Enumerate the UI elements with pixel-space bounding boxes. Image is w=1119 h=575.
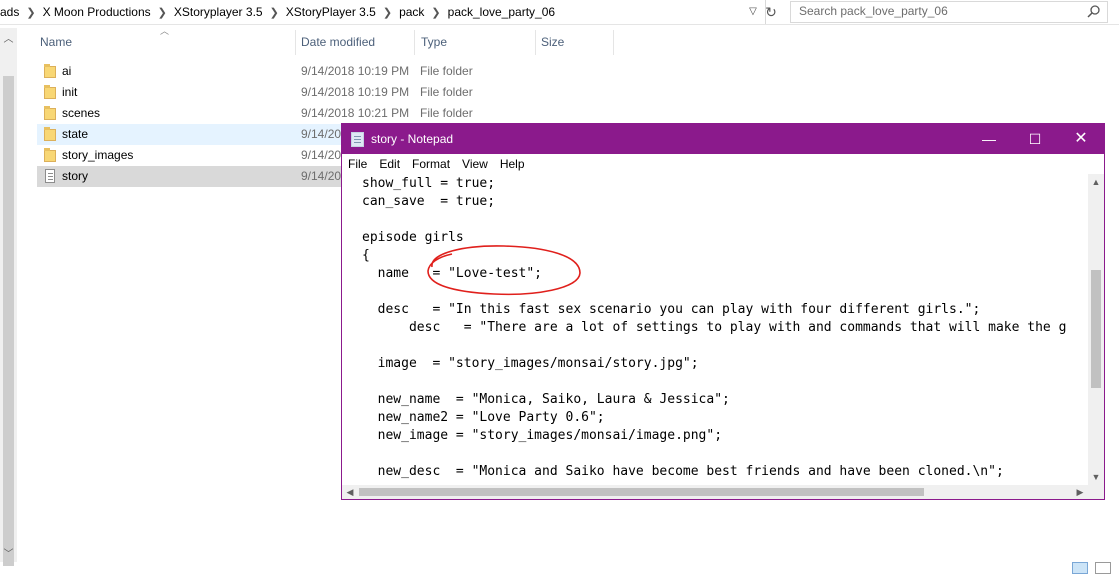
file-type: File folder <box>420 85 473 99</box>
refresh-icon[interactable]: ↻ <box>763 3 779 21</box>
notepad-icon[interactable] <box>351 132 364 147</box>
file-date: 9/14/20 <box>301 127 342 141</box>
minimize-icon[interactable]: — <box>966 124 1012 154</box>
file-name: init <box>62 85 78 99</box>
folder-icon <box>44 148 56 162</box>
text-file-icon <box>45 169 55 183</box>
folder-icon <box>44 106 56 120</box>
menu-view[interactable]: View <box>456 157 494 171</box>
file-name: story_images <box>62 148 134 162</box>
chevron-right-icon[interactable]: ❯ <box>24 6 37 19</box>
close-icon[interactable]: ✕ <box>1058 124 1104 154</box>
title-bar[interactable]: story - Notepad — ☐ ✕ <box>342 124 1104 154</box>
breadcrumb[interactable]: ads ❯ X Moon Productions ❯ XStoryplayer … <box>0 0 766 24</box>
search-box[interactable] <box>790 1 1108 23</box>
sort-ascending-icon: ︿ <box>160 26 170 36</box>
folder-icon <box>44 127 56 141</box>
file-row[interactable]: ai 9/14/2018 10:19 PM File folder <box>37 61 937 82</box>
chevron-right-icon[interactable]: ❯ <box>381 6 394 19</box>
file-name: state <box>62 127 89 141</box>
file-row[interactable]: scenes 9/14/2018 10:21 PM File folder <box>37 103 937 124</box>
scrollbar-thumb[interactable] <box>1091 270 1101 388</box>
window-title: story - Notepad <box>371 132 454 146</box>
search-icon[interactable] <box>1087 4 1101 18</box>
notepad-window: story - Notepad — ☐ ✕ File Edit Format V… <box>341 123 1105 500</box>
menu-bar: File Edit Format View Help <box>342 154 1104 174</box>
column-header-name[interactable]: Name <box>40 30 72 55</box>
text-editor[interactable]: show_full = true; can_save = true; episo… <box>342 174 1088 485</box>
scroll-down-arrow-icon[interactable]: ▼ <box>1088 472 1104 482</box>
notepad-vertical-scrollbar[interactable]: ▲ ▼ <box>1088 174 1104 485</box>
address-history-dropdown-icon[interactable]: ▽ <box>745 4 761 20</box>
breadcrumb-item[interactable]: XStoryplayer 3.5 <box>169 5 268 19</box>
maximize-icon[interactable]: ☐ <box>1012 124 1058 154</box>
file-name: story <box>62 169 89 183</box>
explorer-vertical-scrollbar[interactable]: ︿ ﹀ <box>0 28 17 566</box>
chevron-right-icon[interactable]: ❯ <box>156 6 169 19</box>
column-header-date[interactable]: Date modified <box>301 30 375 55</box>
breadcrumb-item[interactable]: X Moon Productions <box>38 5 156 19</box>
large-icons-view-icon[interactable] <box>1095 562 1111 574</box>
file-date: 9/14/2018 10:19 PM <box>301 85 410 99</box>
breadcrumb-item[interactable]: XStoryPlayer 3.5 <box>281 5 381 19</box>
file-name: ai <box>62 64 72 78</box>
file-name: scenes <box>62 106 101 120</box>
chevron-right-icon[interactable]: ❯ <box>268 6 281 19</box>
file-row[interactable]: init 9/14/2018 10:19 PM File folder <box>37 82 937 103</box>
scroll-down-arrow-icon[interactable]: ﹀ <box>0 545 17 560</box>
file-type: File folder <box>420 106 473 120</box>
notepad-horizontal-scrollbar[interactable]: ◀ ▶ <box>342 485 1088 499</box>
column-divider[interactable] <box>295 30 296 55</box>
editor-content[interactable]: show_full = true; can_save = true; episo… <box>362 175 1066 481</box>
menu-format[interactable]: Format <box>406 157 456 171</box>
scroll-up-arrow-icon[interactable]: ▲ <box>1088 177 1104 187</box>
menu-edit[interactable]: Edit <box>373 157 406 171</box>
scrollbar-thumb[interactable] <box>3 76 14 566</box>
folder-icon <box>44 85 56 99</box>
file-type: File folder <box>420 64 473 78</box>
file-date: 9/14/2018 10:21 PM <box>301 106 410 120</box>
resize-grip[interactable] <box>1088 485 1104 499</box>
column-divider[interactable] <box>613 30 614 55</box>
file-date: 9/14/20 <box>301 169 342 183</box>
menu-help[interactable]: Help <box>494 157 531 171</box>
red-circle-annotation <box>427 245 581 296</box>
breadcrumb-item[interactable]: ads <box>0 5 24 19</box>
column-header-type[interactable]: Type <box>421 30 447 55</box>
column-header-size[interactable]: Size <box>541 30 564 55</box>
details-view-icon[interactable] <box>1072 562 1088 574</box>
file-date: 9/14/2018 10:19 PM <box>301 64 410 78</box>
scroll-right-arrow-icon[interactable]: ▶ <box>1072 485 1088 499</box>
breadcrumb-item[interactable]: pack_love_party_06 <box>443 5 560 19</box>
menu-file[interactable]: File <box>342 157 373 171</box>
view-toggle <box>1071 561 1113 575</box>
chevron-right-icon[interactable]: ❯ <box>429 6 442 19</box>
breadcrumb-item[interactable]: pack <box>394 5 429 19</box>
scroll-left-arrow-icon[interactable]: ◀ <box>342 485 358 499</box>
scrollbar-thumb[interactable] <box>359 488 924 496</box>
scroll-up-arrow-icon[interactable]: ︿ <box>0 30 17 45</box>
column-divider[interactable] <box>414 30 415 55</box>
file-date: 9/14/20 <box>301 148 342 162</box>
address-bar-area: ads ❯ X Moon Productions ❯ XStoryplayer … <box>0 0 1119 25</box>
folder-icon <box>44 64 56 78</box>
search-input[interactable] <box>791 2 1079 20</box>
column-divider[interactable] <box>535 30 536 55</box>
